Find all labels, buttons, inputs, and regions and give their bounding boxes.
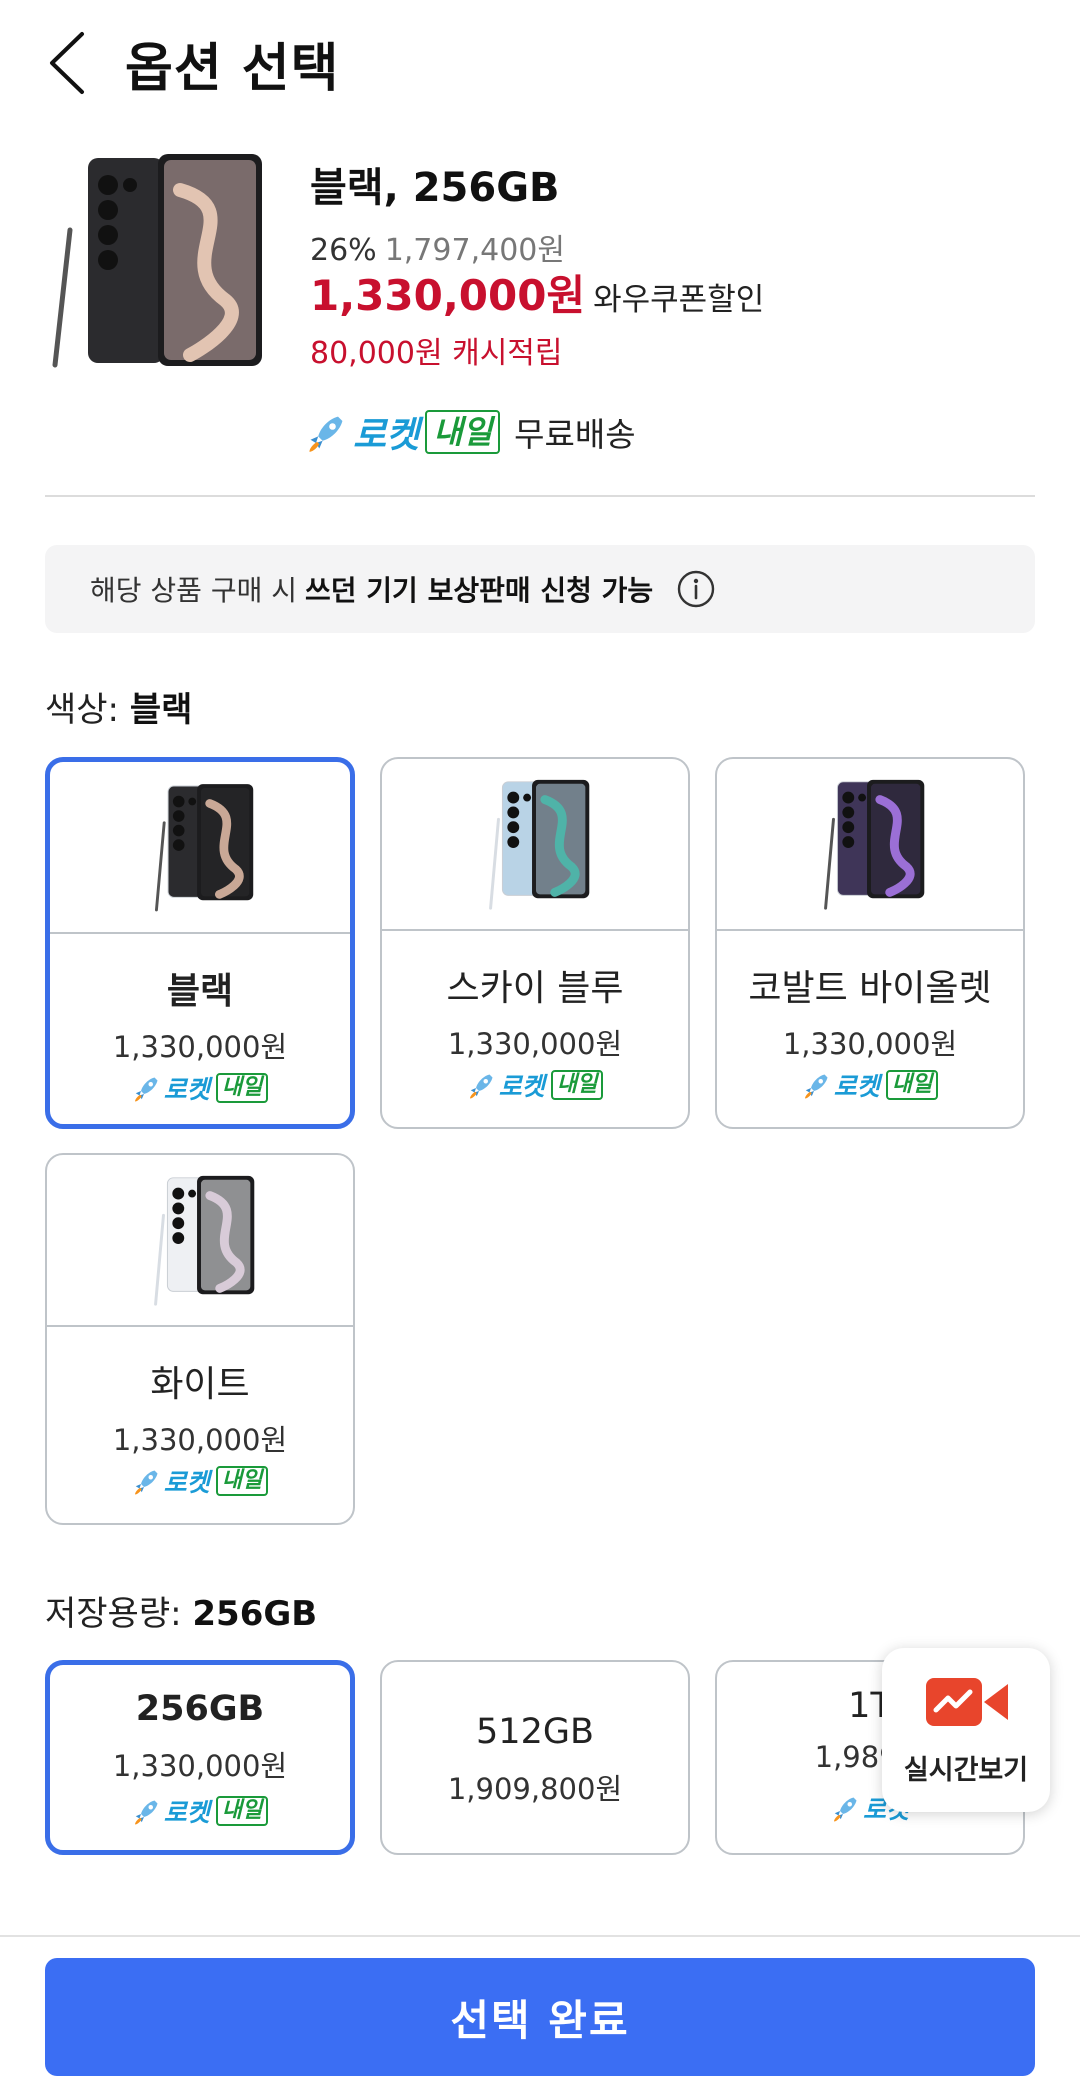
- color-price: 1,330,000원: [782, 1027, 958, 1061]
- rocket-label: 로켓: [163, 1075, 210, 1104]
- rocket-badge: 로켓 내일: [717, 1067, 1023, 1103]
- storage-price: 1,330,000원: [112, 1749, 288, 1783]
- cashback-text: 80,000원 캐시적립: [310, 336, 563, 371]
- naeil-badge: 내일: [215, 1073, 269, 1103]
- color-option-card[interactable]: 스카이 블루 1,330,000원로켓 내일: [380, 757, 690, 1129]
- rocket-badge: 로켓 내일: [47, 1463, 353, 1499]
- naeil-badge: 내일: [215, 1796, 269, 1826]
- color-name: 코발트 바이올렛: [748, 968, 992, 1009]
- storage-price: 1,909,800원: [447, 1772, 623, 1806]
- rocket-label: 로켓: [163, 1798, 210, 1827]
- color-option-card[interactable]: 블랙 1,330,000원로켓 내일: [45, 757, 355, 1129]
- rocket-badge: 로켓 내일: [50, 1793, 350, 1829]
- naeil-badge: 내일: [550, 1070, 604, 1100]
- product-image: [52, 154, 262, 368]
- storage-label: 저장용량:: [45, 1594, 182, 1634]
- storage-selected-value: 256GB: [192, 1594, 318, 1634]
- page-title: 옵션 선택: [125, 39, 340, 99]
- rocket-badge: 로켓 내일: [382, 1067, 688, 1103]
- naeil-badge: 내일: [425, 410, 501, 454]
- divider: [45, 495, 1035, 497]
- card-divider: [50, 932, 350, 934]
- rocket-icon: [833, 1797, 857, 1822]
- free-shipping-label: 무료배송: [514, 415, 636, 454]
- color-section-label: 색상: 블랙: [45, 682, 192, 731]
- storage-section-label: 저장용량: 256GB: [45, 1586, 317, 1635]
- sale-price: 1,330,000원: [310, 271, 586, 320]
- color-thumbnail: [824, 779, 925, 910]
- trade-in-notice[interactable]: 해당 상품 구매 시 쓰던 기기 보상판매 신청 가능: [45, 545, 1035, 633]
- rocket-icon: [134, 1800, 158, 1825]
- color-thumbnail: [154, 1175, 255, 1306]
- info-icon[interactable]: [677, 570, 715, 608]
- storage-option-256gb[interactable]: 256GB 1,330,000원 로켓 내일: [45, 1660, 355, 1855]
- rocket-badge: 로켓 내일: [305, 406, 501, 458]
- naeil-badge: 내일: [885, 1070, 939, 1100]
- color-thumbnail: [155, 784, 254, 912]
- color-thumbnail: [489, 779, 590, 910]
- notice-highlight: 쓰던 기기 보상판매 신청 가능: [305, 574, 654, 607]
- rocket-label: 로켓: [833, 1072, 880, 1101]
- rocket-label: 로켓: [163, 1468, 210, 1497]
- storage-name: 256GB: [135, 1689, 265, 1729]
- naeil-badge: 내일: [215, 1466, 269, 1496]
- coupon-label: 와우쿠폰할인: [593, 282, 765, 318]
- storage-option-512gb[interactable]: 512GB 1,909,800원: [380, 1660, 690, 1855]
- rocket-icon: [804, 1074, 828, 1099]
- storage-name: 512GB: [476, 1712, 594, 1752]
- card-divider: [717, 929, 1023, 931]
- color-name: 화이트: [150, 1364, 250, 1405]
- live-view-button[interactable]: 실시간보기: [882, 1648, 1050, 1812]
- live-view-label: 실시간보기: [903, 1755, 1029, 1786]
- card-divider: [382, 929, 688, 931]
- shipping-info: 로켓 내일 무료배송: [305, 406, 636, 458]
- rocket-badge: 로켓 내일: [50, 1070, 350, 1106]
- color-selected-value: 블랙: [129, 690, 193, 730]
- card-divider: [47, 1325, 353, 1327]
- bottom-divider: [0, 1935, 1080, 1937]
- price-line: 1,330,000원 와우쿠폰할인: [310, 262, 764, 323]
- live-video-icon: [926, 1678, 1008, 1726]
- rocket-icon: [134, 1077, 158, 1102]
- color-price: 1,330,000원: [112, 1030, 288, 1064]
- header: 옵션 선택: [0, 0, 1080, 125]
- color-option-card[interactable]: 화이트 1,330,000원로켓 내일: [45, 1153, 355, 1525]
- rocket-icon: [134, 1470, 158, 1495]
- notice-prefix: 해당 상품 구매 시: [90, 574, 298, 607]
- color-label: 색상:: [45, 690, 120, 730]
- rocket-icon: [309, 416, 343, 452]
- rocket-icon: [469, 1074, 493, 1099]
- color-name: 블랙: [166, 971, 234, 1012]
- color-option-card[interactable]: 코발트 바이올렛 1,330,000원로켓 내일: [715, 757, 1025, 1129]
- back-arrow-icon[interactable]: [40, 28, 100, 98]
- confirm-selection-button[interactable]: 선택 완료: [45, 1958, 1035, 2076]
- rocket-label: 로켓: [498, 1072, 545, 1101]
- color-name: 스카이 블루: [446, 968, 624, 1009]
- color-price: 1,330,000원: [112, 1423, 288, 1457]
- color-price: 1,330,000원: [447, 1027, 623, 1061]
- option-name: 블랙, 256GB: [310, 165, 560, 211]
- rocket-label: 로켓: [353, 415, 420, 456]
